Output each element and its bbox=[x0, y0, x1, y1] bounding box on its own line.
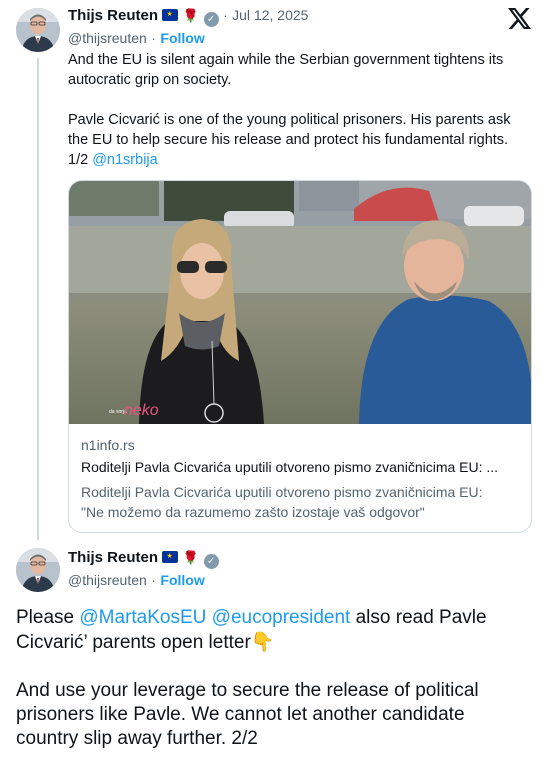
tweet2-subheader: @thijsreuten · Follow bbox=[68, 572, 205, 590]
tweet-text-part: also read Pavle bbox=[355, 607, 487, 628]
verified-badge-icon[interactable]: ✓ bbox=[203, 12, 219, 27]
watermark-text: neko bbox=[124, 402, 159, 419]
follow-button[interactable]: Follow bbox=[160, 30, 204, 46]
author-handle[interactable]: @thijsreuten bbox=[68, 30, 147, 46]
author-handle[interactable]: @thijsreuten bbox=[68, 572, 147, 588]
pointing-down-emoji-icon: 👇 bbox=[250, 631, 275, 653]
tweet1-subheader: @thijsreuten · Follow bbox=[68, 30, 205, 48]
tweet-text-line: And the EU is silent again while the Ser… bbox=[68, 52, 504, 68]
mention-link[interactable]: @n1srbija bbox=[92, 152, 158, 168]
eu-flag-icon bbox=[162, 9, 179, 21]
tweet1-header: Thijs Reuten 🌹 ✓ · Jul 12, 2025 bbox=[68, 7, 308, 27]
separator: · bbox=[151, 572, 156, 588]
card-description-line: Roditelji Pavla Cicvarića uputili otvore… bbox=[81, 484, 483, 500]
tweet2-header: Thijs Reuten 🌹 ✓ bbox=[68, 549, 219, 569]
rose-icon: 🌹 bbox=[182, 551, 200, 566]
card-domain[interactable]: n1info.rs bbox=[81, 437, 135, 453]
tweet-text-line: prisoners like Pavle. We cannot let anot… bbox=[16, 704, 465, 725]
mention-link[interactable]: @MartaKosEU bbox=[79, 607, 206, 628]
thread-connector-line bbox=[37, 58, 39, 540]
tweet-date[interactable]: Jul 12, 2025 bbox=[232, 7, 308, 23]
tweet1-text: And the EU is silent again while the Ser… bbox=[68, 50, 533, 170]
card-description-line: "Ne možemo da razumemo zašto izostaje va… bbox=[81, 504, 425, 520]
article-image: da sorja neko bbox=[69, 181, 531, 424]
mention-link[interactable]: @eucopresident bbox=[212, 607, 351, 628]
card-title[interactable]: Roditelji Pavla Cicvarića uputili otvore… bbox=[81, 459, 498, 475]
tweet-text-line: the EU to help secure his release and pr… bbox=[68, 132, 509, 148]
tweet-text-line: And use your leverage to secure the rele… bbox=[16, 680, 479, 701]
link-preview-card[interactable]: da sorja neko n1info.rs Roditelji Pavla … bbox=[68, 180, 532, 533]
tweet-text-part: 1/2 bbox=[68, 152, 89, 168]
separator: · bbox=[151, 30, 156, 46]
tweet-text-line: autocratic grip on society. bbox=[68, 72, 232, 88]
author-name[interactable]: Thijs Reuten bbox=[68, 549, 158, 566]
x-logo-icon[interactable] bbox=[508, 8, 531, 29]
avatar[interactable] bbox=[16, 8, 60, 52]
follow-button[interactable]: Follow bbox=[160, 572, 204, 588]
avatar[interactable] bbox=[16, 548, 60, 592]
rose-icon: 🌹 bbox=[182, 9, 200, 24]
author-name[interactable]: Thijs Reuten bbox=[68, 7, 158, 24]
date-separator: · bbox=[223, 7, 228, 23]
card-description: Roditelji Pavla Cicvarića uputili otvore… bbox=[81, 482, 483, 522]
tweet-text-line: country slip away further. 2/2 bbox=[16, 728, 258, 749]
tweet2-text: Please @MartaKosEU @eucopresident also r… bbox=[16, 606, 531, 751]
verified-badge-icon[interactable]: ✓ bbox=[203, 554, 219, 569]
tweet-text-line: Pavle Cicvarić is one of the young polit… bbox=[68, 112, 511, 128]
tweet-text-part: Cicvarić’ parents open letter bbox=[16, 632, 251, 653]
eu-flag-icon bbox=[162, 551, 179, 563]
tweet-text-part: Please bbox=[16, 607, 75, 628]
